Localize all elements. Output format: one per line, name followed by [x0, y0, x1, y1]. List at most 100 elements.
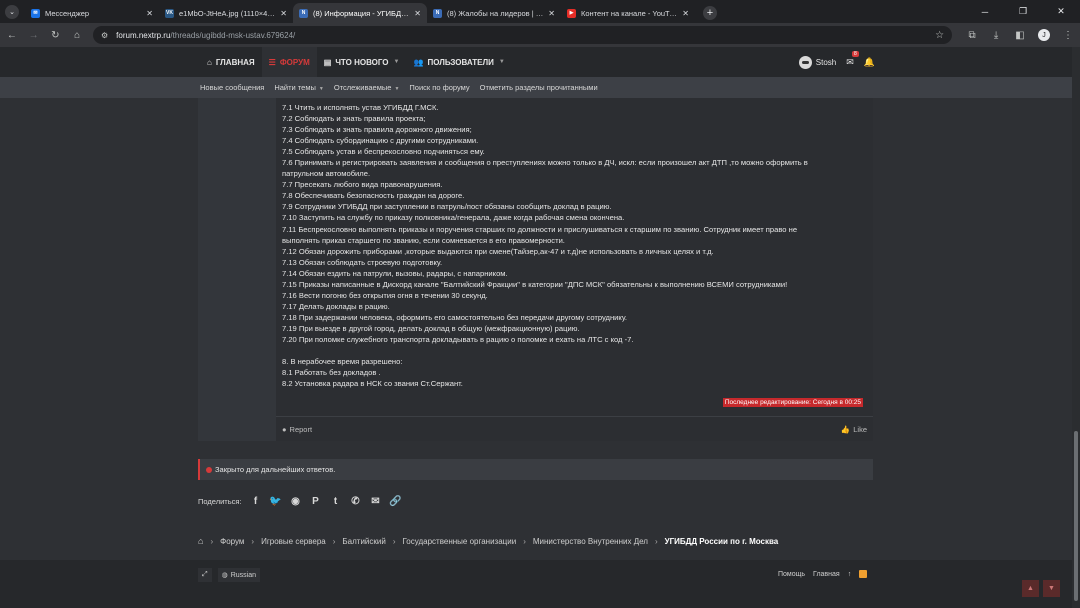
scrollbar-thumb[interactable]: [1074, 431, 1078, 601]
tab-search-chevron-icon[interactable]: ⌄: [5, 5, 19, 19]
browser-tab[interactable]: N (8) Информация - УГИБДД М ✕: [293, 3, 427, 23]
post-line: [282, 345, 867, 356]
forward-arrow-icon[interactable]: →: [24, 30, 44, 41]
chevron-down-icon[interactable]: ▼: [319, 86, 324, 92]
subnav-search-forums[interactable]: Поиск по форуму: [409, 83, 469, 92]
bookmark-star-icon[interactable]: ☆: [935, 30, 944, 41]
tab-close-icon[interactable]: ✕: [280, 9, 287, 18]
twitter-icon[interactable]: 🐦: [266, 496, 286, 507]
post-line: 7.14 Обязан ездить на патрули, вызовы, р…: [282, 268, 508, 278]
report-icon: ●: [282, 424, 287, 434]
nav-forums[interactable]: ☰ ФОРУМ: [261, 47, 317, 77]
nav-members[interactable]: 👥 ПОЛЬЗОВАТЕЛИ ▼: [406, 47, 511, 77]
subnav-new-posts[interactable]: Новые сообщения: [200, 83, 264, 92]
footer-help-link[interactable]: Помощь: [778, 571, 805, 578]
chevron-down-icon[interactable]: ▼: [499, 59, 505, 65]
link-icon[interactable]: 🔗: [386, 496, 406, 507]
pinterest-icon[interactable]: P: [306, 496, 326, 507]
post-line: 8.2 Установка радара в НСК со звания Ст.…: [282, 379, 463, 389]
chrome-menu-icon[interactable]: ⋮: [1056, 30, 1080, 41]
scroll-up-button[interactable]: ▲: [1022, 580, 1039, 597]
subnav-find-threads-label: Найти темы: [274, 83, 316, 92]
whatsapp-icon[interactable]: ✆: [346, 496, 366, 507]
post-line: 7.5 Соблюдать устав и беспрекословно под…: [282, 147, 485, 157]
browser-tab[interactable]: VK e1MbO-JtHeA.jpg (1110×410) ✕: [159, 3, 293, 23]
inbox-envelope-icon[interactable]: ✉ 8: [846, 50, 859, 68]
like-button[interactable]: 👍 Like: [841, 425, 867, 434]
breadcrumb-home-icon[interactable]: ⌂: [198, 536, 203, 546]
lock-icon: [206, 466, 212, 473]
forum-header: ⌂ ГЛАВНАЯ ☰ ФОРУМ ▤ ЧТО НОВОГО ▼ 👥 ПОЛЬЗОВАТЕ…: [0, 47, 1080, 77]
breadcrumb-item[interactable]: Государственные организации: [403, 537, 517, 546]
report-button[interactable]: ● Report: [282, 425, 312, 434]
chevron-down-icon[interactable]: ▼: [394, 59, 400, 65]
facebook-icon[interactable]: f: [246, 496, 266, 507]
closed-notice-text: Закрыто для дальнейших ответов.: [215, 465, 336, 474]
profile-avatar[interactable]: J: [1038, 29, 1051, 41]
nav-home[interactable]: ⌂ ГЛАВНАЯ: [200, 47, 262, 77]
breadcrumb: ⌂ › Форум › Игровые сервера › Балтийский › Госу…: [198, 535, 778, 547]
post-line: 7.13 Обязан соблюдать строевую подготовк…: [282, 257, 443, 267]
subnav-mark-read[interactable]: Отметить разделы прочитанными: [480, 83, 598, 92]
download-icon[interactable]: ⤓: [984, 30, 1008, 41]
chevron-right-icon: ›: [523, 536, 526, 546]
browser-tabstrip: ⌄ ✉ Мессенджер ✕ VK e1MbO-JtHeA.jpg (1110×41…: [0, 0, 1080, 23]
browser-tab[interactable]: N (8) Жалобы на лидеров | NEX ✕: [427, 3, 561, 23]
home-icon[interactable]: ⌂: [67, 30, 87, 41]
tab-close-icon[interactable]: ✕: [548, 9, 555, 18]
user-menu[interactable]: Stosh: [798, 55, 837, 69]
notification-badge: 8: [852, 50, 859, 57]
post-line: 7.20 При поломке служебного транспорта д…: [282, 334, 634, 344]
post-line: 7.4 Соблюдать субординацию с другими сот…: [282, 136, 479, 146]
minimize-icon[interactable]: ─: [966, 0, 1004, 23]
email-icon[interactable]: ✉: [366, 496, 386, 507]
nav-whats-new[interactable]: ▤ ЧТО НОВОГО ▼: [317, 47, 407, 77]
footer-home-link[interactable]: Главная: [813, 571, 840, 578]
subnav-find-threads[interactable]: Найти темы ▼: [274, 83, 324, 92]
back-arrow-icon[interactable]: ←: [2, 30, 22, 41]
style-chooser-button[interactable]: ⤢: [198, 568, 212, 582]
new-tab-plus-icon[interactable]: +: [703, 6, 717, 20]
thread-closed-notice: Закрыто для дальнейших ответов.: [198, 459, 873, 480]
page-scrollbar[interactable]: [1072, 47, 1080, 608]
maximize-icon[interactable]: ❐: [1004, 0, 1042, 23]
breadcrumb-item[interactable]: Министерство Внутренних Дел: [533, 537, 648, 546]
reddit-icon[interactable]: ◉: [286, 496, 306, 507]
tumblr-icon[interactable]: t: [326, 496, 346, 507]
url-path: /threads/ugibdd-msk-ustav.679624/: [170, 30, 296, 40]
rss-icon[interactable]: [859, 570, 868, 578]
tab-close-icon[interactable]: ✕: [146, 9, 153, 18]
home-icon: ⌂: [207, 57, 212, 67]
browser-tab[interactable]: ✉ Мессенджер ✕: [25, 3, 159, 23]
vk-icon: VK: [165, 8, 174, 18]
tab-close-icon[interactable]: ✕: [682, 9, 689, 18]
like-label: Like: [853, 424, 867, 434]
close-window-icon[interactable]: ✕: [1042, 0, 1080, 23]
forum-post: 7.1 Чтить и исполнять устав УГИБДД Г.МСК…: [198, 98, 873, 441]
scroll-down-button[interactable]: ▼: [1043, 580, 1060, 597]
post-line: 8.1 Работать без докладов .: [282, 368, 381, 378]
breadcrumb-item[interactable]: УГИБДД России по г. Москва: [665, 537, 779, 546]
post-user-column: [198, 98, 276, 441]
browser-tab[interactable]: ▶ Контент на канале - YouTube ✕: [561, 3, 695, 23]
tab-close-icon[interactable]: ✕: [414, 9, 421, 18]
post-line: 7.6 Принимать и регистрировать заявления…: [282, 158, 808, 168]
breadcrumb-item[interactable]: Форум: [220, 537, 244, 546]
reload-icon[interactable]: ↻: [46, 30, 66, 41]
forum-icon: N: [299, 8, 308, 18]
post-line: 7.18 При задержании человека, оформить е…: [282, 312, 627, 322]
chevron-down-icon[interactable]: ▼: [394, 86, 399, 92]
site-info-icon[interactable]: ⚙: [101, 31, 108, 40]
address-bar[interactable]: ⚙ forum.nextrp.ru /threads/ugibdd-msk-us…: [93, 26, 953, 44]
breadcrumb-item[interactable]: Игровые сервера: [261, 537, 326, 546]
sidepanel-icon[interactable]: ◧: [1008, 30, 1032, 41]
share-bar: Поделиться: f 🐦 ◉ P t ✆ ✉ 🔗: [198, 494, 406, 508]
username: Stosh: [815, 57, 837, 67]
bell-icon[interactable]: 🔔: [864, 57, 875, 68]
post-line: выполнять приказ старшего по званию, есл…: [282, 235, 565, 245]
breadcrumb-item[interactable]: Балтийский: [342, 537, 385, 546]
extensions-puzzle-icon[interactable]: ⧉: [960, 30, 984, 41]
scroll-top-arrow-icon[interactable]: ↑: [848, 571, 852, 578]
language-chooser[interactable]: ◍ Russian: [217, 568, 261, 582]
subnav-watched[interactable]: Отслеживаемые ▼: [334, 83, 400, 92]
